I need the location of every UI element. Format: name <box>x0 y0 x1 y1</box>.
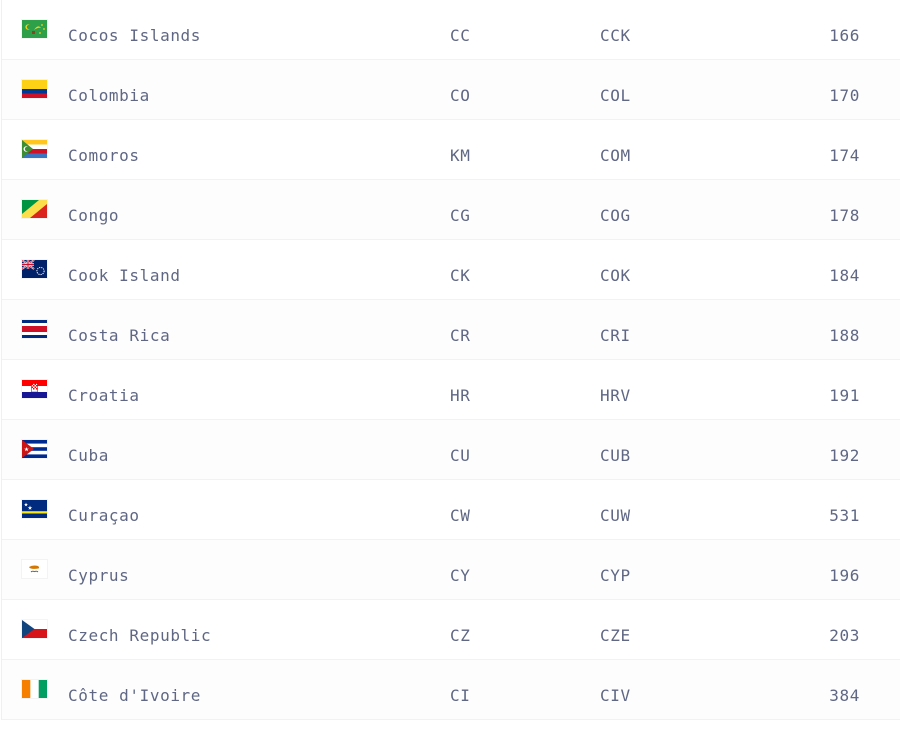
table-row[interactable]: Comoros KM COM 174 <box>2 120 900 180</box>
colombia-flag-icon <box>22 80 47 98</box>
country-name: Croatia <box>68 386 140 405</box>
czech-republic-flag-icon <box>22 620 47 638</box>
table-row[interactable]: Croatia HR HRV 191 <box>2 360 900 420</box>
alpha2-code: CG <box>450 206 471 225</box>
table-row[interactable]: Cuba CU CUB 192 <box>2 420 900 480</box>
table-row[interactable]: Côte d'Ivoire CI CIV 384 <box>2 660 900 720</box>
alpha2-code: CY <box>450 566 471 585</box>
country-name: Côte d'Ivoire <box>68 686 202 705</box>
country-codes-table: Cocos Islands CC CCK 166 Colombia CO COL… <box>1 0 900 720</box>
numeric-code: 188 <box>829 326 860 345</box>
cook-islands-flag-icon <box>22 260 47 278</box>
numeric-code: 174 <box>829 146 860 165</box>
country-name: Costa Rica <box>68 326 171 345</box>
numeric-code: 531 <box>829 506 860 525</box>
cyprus-flag-icon <box>22 560 47 578</box>
alpha3-code: CCK <box>600 26 631 45</box>
cote-divoire-flag-icon <box>22 680 47 698</box>
alpha2-code: CC <box>450 26 471 45</box>
table-row[interactable]: Curaçao CW CUW 531 <box>2 480 900 540</box>
table-row[interactable]: Cook Island CK COK 184 <box>2 240 900 300</box>
alpha3-code: CIV <box>600 686 631 705</box>
alpha2-code: HR <box>450 386 471 405</box>
costa-rica-flag-icon <box>22 320 47 338</box>
alpha2-code: CW <box>450 506 471 525</box>
country-name: Colombia <box>68 86 150 105</box>
cuba-flag-icon <box>22 440 47 458</box>
alpha2-code: CO <box>450 86 471 105</box>
country-name: Cook Island <box>68 266 181 285</box>
cocos-islands-flag-icon <box>22 20 47 38</box>
country-name: Cocos Islands <box>68 26 202 45</box>
numeric-code: 384 <box>829 686 860 705</box>
alpha3-code: COM <box>600 146 631 165</box>
country-name: Congo <box>68 206 120 225</box>
numeric-code: 166 <box>829 26 860 45</box>
alpha3-code: CUB <box>600 446 631 465</box>
comoros-flag-icon <box>22 140 47 158</box>
alpha2-code: CZ <box>450 626 471 645</box>
curacao-flag-icon <box>22 500 47 518</box>
alpha3-code: CRI <box>600 326 631 345</box>
country-name: Cyprus <box>68 566 130 585</box>
alpha2-code: CI <box>450 686 471 705</box>
alpha2-code: CU <box>450 446 471 465</box>
alpha3-code: CYP <box>600 566 631 585</box>
numeric-code: 184 <box>829 266 860 285</box>
country-name: Comoros <box>68 146 140 165</box>
alpha3-code: HRV <box>600 386 631 405</box>
alpha3-code: COG <box>600 206 631 225</box>
table-row[interactable]: Colombia CO COL 170 <box>2 60 900 120</box>
congo-flag-icon <box>22 200 47 218</box>
alpha3-code: COL <box>600 86 631 105</box>
numeric-code: 196 <box>829 566 860 585</box>
numeric-code: 170 <box>829 86 860 105</box>
table-row[interactable]: Czech Republic CZ CZE 203 <box>2 600 900 660</box>
alpha2-code: KM <box>450 146 471 165</box>
table-row[interactable]: Congo CG COG 178 <box>2 180 900 240</box>
alpha3-code: CZE <box>600 626 631 645</box>
alpha2-code: CR <box>450 326 471 345</box>
numeric-code: 203 <box>829 626 860 645</box>
table-row[interactable]: Cocos Islands CC CCK 166 <box>2 0 900 60</box>
numeric-code: 192 <box>829 446 860 465</box>
numeric-code: 178 <box>829 206 860 225</box>
country-name: Curaçao <box>68 506 140 525</box>
table-row[interactable]: Costa Rica CR CRI 188 <box>2 300 900 360</box>
alpha3-code: COK <box>600 266 631 285</box>
country-name: Czech Republic <box>68 626 212 645</box>
country-name: Cuba <box>68 446 109 465</box>
alpha2-code: CK <box>450 266 471 285</box>
alpha3-code: CUW <box>600 506 631 525</box>
numeric-code: 191 <box>829 386 860 405</box>
croatia-flag-icon <box>22 380 47 398</box>
table-row[interactable]: Cyprus CY CYP 196 <box>2 540 900 600</box>
